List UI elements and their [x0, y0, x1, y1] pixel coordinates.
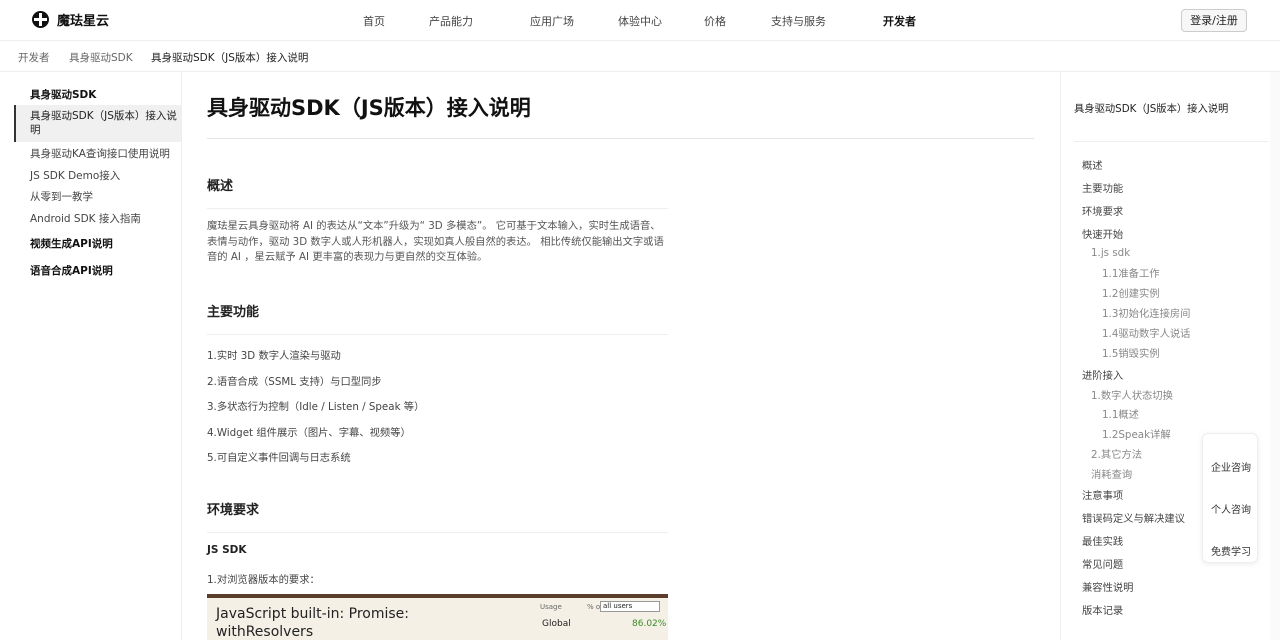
main-content: 具身驱动SDK（JS版本）接入说明 概述 魔珐星云具身驱动将 AI 的表达从“文…	[207, 72, 1037, 640]
toc-item[interactable]: 环境要求	[1082, 203, 1123, 218]
sidebar-item-demo[interactable]: JS SDK Demo接入	[30, 168, 120, 183]
toc-item[interactable]: 1.js sdk	[1091, 247, 1130, 259]
users-select: all users	[600, 601, 660, 612]
compass-logo-icon	[32, 11, 49, 28]
feature-item: 5.可自定义事件回调与日志系统	[207, 452, 351, 464]
toc-item[interactable]: 2.其它方法	[1091, 446, 1142, 461]
breadcrumb-current: 具身驱动SDK（JS版本）接入说明	[151, 52, 309, 64]
toc-item[interactable]: 快速开始	[1082, 226, 1123, 241]
nav-developer[interactable]: 开发者	[883, 13, 916, 29]
toc-item[interactable]: 主要功能	[1082, 180, 1123, 195]
sidebar-item-label: 具身驱动SDK（JS版本）接入说明	[30, 110, 177, 136]
sidebar-item-tutorial[interactable]: 从零到一教学	[30, 189, 93, 204]
page-title: 具身驱动SDK（JS版本）接入说明	[207, 96, 531, 120]
toc-item[interactable]: 1.数字人状态切换	[1091, 387, 1173, 402]
toc-item[interactable]: 概述	[1082, 157, 1103, 172]
heading-js-sdk: JS SDK	[207, 544, 247, 556]
global-label: Global	[542, 619, 571, 629]
nav-support[interactable]: 支持与服务	[771, 13, 826, 29]
scrollbar[interactable]	[1270, 72, 1280, 640]
brand-name: 魔珐星云	[57, 14, 110, 29]
nav-product[interactable]: 产品能力	[429, 13, 473, 29]
toc-item[interactable]: 注意事项	[1082, 487, 1123, 502]
toc-item[interactable]: 版本记录	[1082, 602, 1123, 617]
toc-title: 具身驱动SDK（JS版本）接入说明	[1074, 103, 1229, 115]
breadcrumb-sdk[interactable]: 具身驱动SDK	[69, 50, 133, 65]
heading-env: 环境要求	[207, 503, 260, 518]
consult-panel: 企业咨询 个人咨询 免费学习	[1202, 433, 1258, 563]
toc-item[interactable]: 1.4驱动数字人说话	[1102, 325, 1190, 340]
login-button[interactable]: 登录/注册	[1181, 9, 1247, 32]
sidebar-item-ka[interactable]: 具身驱动KA查询接口使用说明	[30, 146, 170, 161]
divider	[207, 532, 668, 533]
breadcrumb: 开发者 具身驱动SDK 具身驱动SDK（JS版本）接入说明	[0, 41, 1280, 72]
overview-text: 魔珐星云具身驱动将 AI 的表达从“文本”升级为“ 3D 多模态”。 它可基于文…	[207, 220, 664, 263]
global-value: 86.02%	[632, 619, 667, 629]
toc-item[interactable]: 最佳实践	[1082, 533, 1123, 548]
divider	[207, 138, 1034, 139]
nav-home[interactable]: 首页	[363, 13, 385, 29]
toc-item[interactable]: 1.1准备工作	[1102, 265, 1160, 280]
usage-label: Usage	[540, 603, 562, 611]
toc-item[interactable]: 1.1概述	[1102, 406, 1139, 421]
toc-item[interactable]: 消耗查询	[1091, 466, 1132, 481]
divider	[207, 334, 668, 335]
sidebar-group-tts[interactable]: 语音合成API说明	[30, 263, 113, 278]
nav-apps[interactable]: 应用广场	[530, 13, 574, 29]
sidebar-group-video[interactable]: 视频生成API说明	[30, 236, 113, 251]
feature-item: 4.Widget 组件展示（图片、字幕、视频等）	[207, 427, 411, 439]
sidebar-group-sdk[interactable]: 具身驱动SDK	[30, 87, 96, 102]
toc-item[interactable]: 常见问题	[1082, 556, 1123, 571]
breadcrumb-developer[interactable]: 开发者	[18, 50, 50, 65]
toc-item[interactable]: 1.2创建实例	[1102, 285, 1160, 300]
toc-item[interactable]: 错误码定义与解决建议	[1082, 510, 1185, 525]
browser-requirement: 1.对浏览器版本的要求：	[207, 574, 320, 586]
enterprise-consult-button[interactable]: 企业咨询	[1203, 459, 1259, 474]
heading-overview: 概述	[207, 179, 234, 194]
toc-item[interactable]: 1.2Speak详解	[1102, 426, 1171, 441]
compat-feature-title: JavaScript built-in: Promise: withResolv…	[216, 606, 409, 640]
personal-consult-button[interactable]: 个人咨询	[1203, 501, 1259, 516]
toc-item[interactable]: 1.3初始化连接房间	[1102, 305, 1190, 320]
free-learning-button[interactable]: 免费学习	[1203, 543, 1259, 558]
sidebar-item-android[interactable]: Android SDK 接入指南	[30, 211, 141, 226]
toc-item[interactable]: 兼容性说明	[1082, 579, 1133, 594]
nav-experience[interactable]: 体验中心	[618, 13, 662, 29]
divider	[207, 208, 668, 209]
compat-screenshot: JavaScript built-in: Promise: withResolv…	[207, 594, 668, 640]
divider	[1074, 141, 1269, 142]
brand-logo[interactable]: 魔珐星云	[32, 10, 109, 29]
toc-item[interactable]: 进阶接入	[1082, 367, 1123, 382]
sidebar-item-active[interactable]: 具身驱动SDK（JS版本）接入说明	[14, 105, 181, 142]
feature-item: 3.多状态行为控制（Idle / Listen / Speak 等）	[207, 401, 425, 413]
left-sidebar: 具身驱动SDK 具身驱动SDK（JS版本）接入说明 具身驱动KA查询接口使用说明…	[0, 72, 182, 640]
nav-pricing[interactable]: 价格	[704, 13, 726, 29]
heading-features: 主要功能	[207, 305, 260, 320]
top-nav: 魔珐星云 首页 产品能力 应用广场 体验中心 价格 支持与服务 开发者 登录/注…	[0, 0, 1280, 41]
toc-item[interactable]: 1.5销毁实例	[1102, 345, 1160, 360]
feature-item: 1.实时 3D 数字人渲染与驱动	[207, 350, 341, 362]
feature-item: 2.语音合成（SSML 支持）与口型同步	[207, 376, 382, 388]
